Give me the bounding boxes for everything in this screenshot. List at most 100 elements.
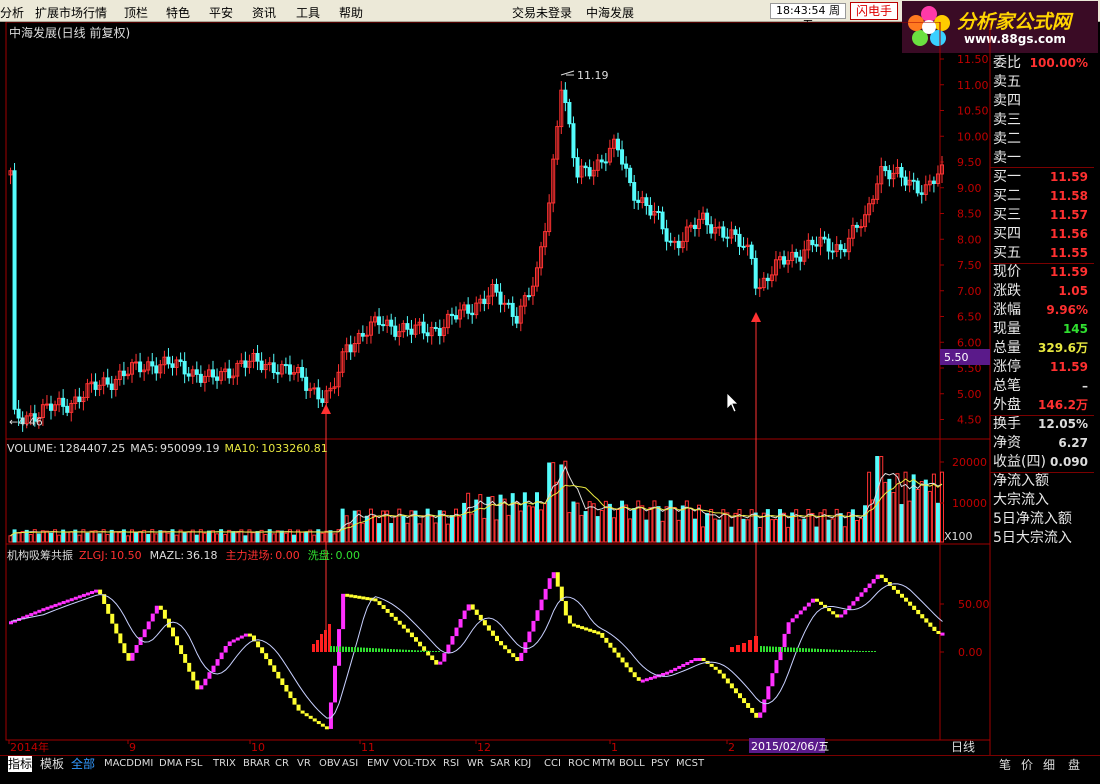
indicator-bar [276, 671, 281, 679]
indicator-tab[interactable]: ASI [342, 756, 358, 772]
indicator-tab[interactable]: EMV [367, 756, 389, 772]
quote-value: 11.59 [1050, 265, 1088, 279]
indicator-bar [45, 606, 50, 610]
candle-body [170, 363, 175, 368]
candle-body [656, 211, 661, 214]
indicator-tab[interactable]: RSI [443, 756, 459, 772]
indicator-tab[interactable]: WR [467, 756, 484, 772]
price-tick-label: 9.00 [957, 182, 982, 195]
indicator-tab[interactable]: VOL-TDX [393, 756, 436, 772]
indicator-bar [85, 592, 90, 596]
view-switch-tab[interactable]: 笔 [999, 757, 1011, 773]
candle-body [810, 239, 815, 246]
candle-body [587, 167, 592, 177]
volume-bar [729, 526, 734, 543]
menu-item-news[interactable]: 资讯 [252, 4, 276, 21]
volume-bar [583, 511, 588, 543]
candle-body [757, 287, 762, 290]
candle-body [105, 377, 110, 385]
volume-bar [551, 462, 556, 543]
period-label: 日线 [951, 740, 975, 754]
kline-chart[interactable]: 中海发展(日线 前复权) 11.5011.0010.5010.009.509.0… [0, 22, 1100, 755]
candle-body [753, 257, 758, 289]
volume-bar [859, 518, 863, 543]
volume-bar [352, 510, 357, 543]
indicator-bar [207, 672, 212, 679]
indicator-tab[interactable]: SAR [490, 756, 510, 772]
xp-bar [438, 651, 440, 652]
indicator-bar [272, 665, 277, 672]
volume-bar [377, 523, 382, 543]
menu-item-analysis[interactable]: 分析 [0, 4, 24, 21]
xp-bar [865, 651, 867, 652]
indicator-bar [596, 631, 601, 635]
menu-item-tools[interactable]: 工具 [296, 4, 320, 21]
indicator-tab[interactable]: 模板 [40, 756, 64, 772]
candle-body [421, 321, 426, 334]
indicator-bar [709, 663, 714, 667]
indicator-tab[interactable]: OBV [319, 756, 340, 772]
view-switch-tab[interactable]: 细 [1043, 757, 1055, 773]
candle-body [466, 304, 471, 314]
indicator-bar [187, 662, 192, 672]
view-switch-tab[interactable]: 价 [1021, 757, 1033, 773]
indicator-tab[interactable]: 指标 [8, 756, 33, 772]
indicator-tab[interactable]: DMA [159, 756, 182, 772]
candle-body [603, 161, 608, 164]
indicator-bar [211, 665, 216, 673]
indicator-bar [256, 641, 261, 648]
volume-bar [648, 507, 653, 543]
quote-label: 买五 [993, 245, 1021, 261]
xp-bar [432, 651, 434, 652]
xp-bar [354, 647, 356, 652]
view-switch-tab[interactable]: 盘 [1068, 757, 1080, 773]
volume-bar [656, 506, 661, 543]
menu-item-topbar[interactable]: 顶栏 [124, 4, 148, 21]
indicator-bar [814, 598, 819, 602]
indicator-bar [106, 603, 111, 614]
volume-bar [919, 481, 924, 543]
indicator-tab[interactable]: 全部 [71, 756, 95, 772]
xp-bar [393, 649, 395, 652]
indicator-tab[interactable]: TRIX [213, 756, 236, 772]
indicator-tab[interactable]: BOLL [619, 756, 645, 772]
indicator-tab[interactable]: PSY [651, 756, 670, 772]
volume-bar [692, 518, 697, 543]
volume-bar [77, 534, 82, 543]
indicator-tab[interactable]: BRAR [243, 756, 270, 772]
indicator-tab[interactable]: MCST [676, 756, 704, 772]
quote-label: 换手 [993, 416, 1021, 432]
quote-label: 外盘 [993, 397, 1021, 413]
volume-bar [462, 502, 467, 543]
indicator-tab[interactable]: VR [297, 756, 311, 772]
volume-bar [16, 532, 21, 543]
indicator-bar [640, 679, 645, 683]
menu-item-features[interactable]: 特色 [166, 4, 190, 21]
indicator-tab[interactable]: KDJ [514, 756, 531, 772]
indicator-tab[interactable]: CCI [544, 756, 561, 772]
candle-body [166, 356, 171, 365]
indicator-tab[interactable]: CR [275, 756, 289, 772]
volume-bar [417, 523, 422, 543]
indicator-tab[interactable]: DMI [134, 756, 153, 772]
menu-item-extended-market[interactable]: 扩展市场行情 [35, 4, 107, 21]
indicator-tab[interactable]: MTM [592, 756, 615, 772]
volume-bar [490, 496, 495, 543]
indicator-bar [195, 680, 200, 690]
volume-bar [502, 498, 507, 543]
menu-item-help[interactable]: 帮助 [339, 4, 363, 21]
indicator-tab[interactable]: FSL [185, 756, 203, 772]
indicator-tab[interactable]: MACD [104, 756, 134, 772]
indicator-bar [673, 667, 678, 671]
flash-trade-button[interactable]: 闪电手 [850, 2, 898, 20]
indicator-bar [430, 655, 435, 661]
quote-row: 外盘 146.2万 [993, 396, 1093, 415]
indicator-tab[interactable]: ROC [568, 756, 590, 772]
volume-bar [393, 515, 398, 543]
indicator-bar [677, 665, 682, 669]
xp-bar [420, 650, 422, 652]
candle-body [215, 376, 220, 381]
candle-body [150, 361, 155, 367]
trade-status[interactable]: 交易未登录 [512, 4, 572, 21]
menu-item-pingan[interactable]: 平安 [209, 4, 233, 21]
